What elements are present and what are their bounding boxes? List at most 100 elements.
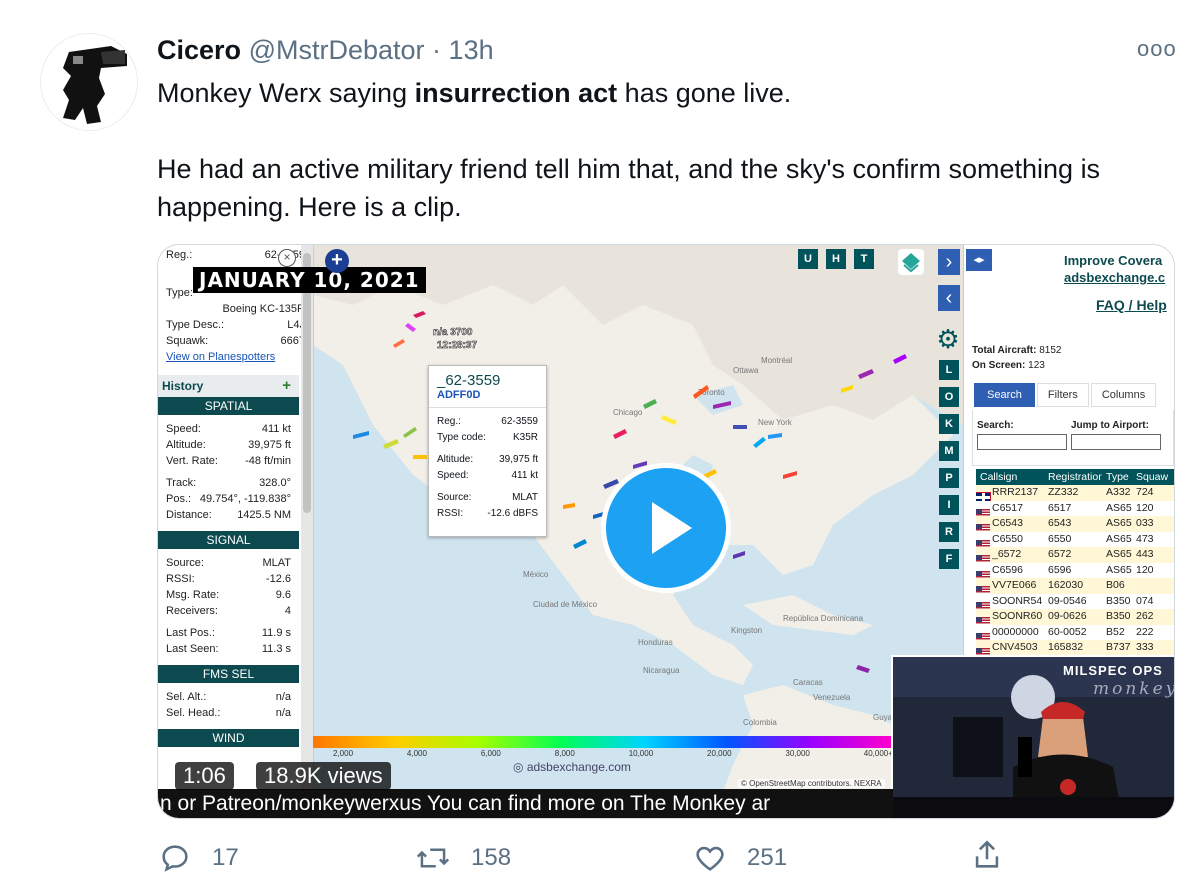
svg-text:Venezuela: Venezuela — [813, 693, 851, 702]
tab-filters[interactable]: Filters — [1036, 383, 1089, 407]
like-action[interactable]: 251 — [693, 838, 787, 878]
spatial-row: Pos.: 49.754°, -119.838° — [158, 491, 313, 507]
signal-label: Receivers: — [166, 605, 218, 617]
table-column-header[interactable]: Callsign — [976, 469, 1044, 485]
table-row[interactable]: VV7E066 162030 B06 — [976, 578, 1174, 594]
altitude-tick-label: 2,000 — [333, 749, 354, 758]
map-attribution: © OpenStreetMap contributors. NEXRA — [738, 779, 885, 788]
author-name[interactable]: Cicero — [157, 35, 241, 65]
search-input[interactable] — [977, 434, 1067, 450]
us-flag-icon — [976, 617, 990, 625]
planespotters-link[interactable]: View on Planespotters — [158, 349, 313, 365]
map-mode-button-t[interactable]: T — [854, 249, 874, 269]
callsign-text: C6517 — [992, 501, 1023, 514]
map-side-button-l[interactable]: L — [939, 360, 959, 380]
table-row[interactable]: C6543 6543 AS65 033 — [976, 516, 1174, 532]
altitude-tick-label: 4,000 — [406, 749, 427, 758]
table-row[interactable]: SOONR54 09-0546 B350 074 — [976, 593, 1174, 609]
history-expand-icon[interactable]: + — [282, 375, 291, 397]
history-section[interactable]: History + — [158, 375, 299, 397]
table-row[interactable]: 00000000 60-0052 B52 222 — [976, 624, 1174, 640]
svg-text:Kingston: Kingston — [731, 626, 762, 635]
author-handle[interactable]: @MstrDebator — [249, 35, 425, 65]
chevron-left-icon[interactable]: ‹ — [938, 285, 960, 311]
table-cell-registration: 09-0546 — [1048, 594, 1087, 607]
search-area: Search: Jump to Airport: — [972, 410, 1174, 466]
table-column-header[interactable]: Registration — [1044, 469, 1102, 485]
signal-label: Last Pos.: — [166, 627, 215, 639]
callout-row: Altitude: 39,975 ft — [429, 452, 546, 468]
tweet-paragraph-1: Monkey Werx saying insurrection act has … — [157, 78, 792, 108]
callout-row: RSSI: -12.6 dBFS — [429, 506, 546, 522]
table-row[interactable]: C6517 6517 AS65 120 — [976, 500, 1174, 516]
plane-label-time: 12:28:37 — [437, 340, 477, 351]
gear-icon[interactable]: ⚙ — [934, 325, 962, 353]
signal-value: -12.6 — [265, 573, 291, 585]
tab-columns[interactable]: Columns — [1090, 383, 1157, 407]
spatial-value: -48 ft/min — [245, 455, 291, 467]
layers-icon[interactable] — [898, 249, 924, 275]
faq-link[interactable]: FAQ / Help — [1096, 297, 1167, 313]
play-button[interactable] — [601, 463, 731, 593]
close-icon[interactable]: × — [278, 249, 296, 267]
table-cell-squawk: 443 — [1136, 548, 1154, 560]
sidebar-tabs: Search Filters Columns — [974, 383, 1157, 407]
signal-value: 11.3 s — [261, 643, 291, 655]
table-row[interactable]: CNV4503 165832 B737 333 — [976, 640, 1174, 656]
svg-text:Ottawa: Ottawa — [733, 366, 759, 375]
webcam-title: MILSPEC OPS — [1063, 663, 1163, 678]
retweet-action[interactable]: 158 — [415, 838, 511, 878]
map-side-button-i[interactable]: I — [939, 495, 959, 515]
callout-id: _62-3559 — [437, 372, 501, 389]
map-mode-buttons: UHT — [798, 249, 874, 269]
more-options-icon[interactable]: ooo — [1137, 36, 1177, 62]
callout-label: Type code: — [437, 432, 486, 443]
map-mode-button-u[interactable]: U — [798, 249, 818, 269]
table-cell-type: AS65 — [1106, 517, 1132, 529]
map-mode-button-h[interactable]: H — [826, 249, 846, 269]
tweet-timestamp[interactable]: 13h — [449, 35, 494, 65]
map-side-button-r[interactable]: R — [939, 522, 959, 542]
reply-action[interactable]: 17 — [158, 838, 239, 878]
callsign-text: C6596 — [992, 563, 1023, 576]
video-player[interactable]: Ottawa Montréal Toronto New York Chicago… — [157, 244, 1175, 819]
site-link[interactable]: adsbexchange.c — [1064, 270, 1165, 285]
table-row[interactable]: SOONR60 09-0626 B350 262 — [976, 609, 1174, 625]
table-cell-registration: 6596 — [1048, 563, 1072, 576]
chevron-right-icon[interactable]: › — [938, 249, 960, 275]
avatar[interactable] — [40, 33, 138, 131]
us-flag-icon — [976, 524, 990, 532]
table-cell-squawk: 222 — [1136, 625, 1154, 638]
svg-text:Honduras: Honduras — [638, 638, 673, 647]
signal-row: Last Seen: 11.3 s — [158, 641, 313, 657]
callsign-text: VV7E066 — [992, 579, 1037, 591]
callsign-text: 00000000 — [992, 625, 1039, 638]
share-action[interactable] — [970, 838, 1004, 878]
zoom-in-icon[interactable]: + — [325, 249, 349, 273]
callout-label: Source: — [437, 492, 472, 503]
table-row[interactable]: C6550 6550 AS65 473 — [976, 531, 1174, 547]
tab-search[interactable]: Search — [974, 383, 1035, 407]
table-row[interactable]: C6596 6596 AS65 120 — [976, 562, 1174, 578]
on-screen-count: On Screen: 123 — [972, 360, 1045, 371]
expand-arrows-icon[interactable]: ◂▸ — [966, 249, 992, 271]
aircraft-table-header: Callsign Registration Type Squaw — [976, 469, 1174, 485]
map-side-button-m[interactable]: M — [939, 441, 959, 461]
aircraft-callout[interactable]: _62-3559 ADFF0D Reg.: 62-3559 Type code: K3… — [428, 365, 547, 537]
table-cell-callsign: SOONR54 — [976, 594, 1044, 609]
signal-row: Receivers: 4 — [158, 603, 313, 619]
spatial-row: Distance: 1425.5 NM — [158, 507, 313, 523]
panel-scrollbar[interactable] — [301, 245, 313, 818]
table-column-header[interactable]: Squaw — [1132, 469, 1172, 485]
map-side-button-f[interactable]: F — [939, 549, 959, 569]
table-row[interactable]: RRR2137 ZZ332 A332 724 — [976, 485, 1174, 501]
map-side-button-k[interactable]: K — [939, 414, 959, 434]
table-column-header[interactable]: Type — [1102, 469, 1132, 485]
total-aircraft: Total Aircraft: 8152 — [972, 345, 1062, 356]
table-cell-type: B350 — [1106, 594, 1131, 607]
jump-to-airport-input[interactable] — [1071, 434, 1161, 450]
map-side-button-o[interactable]: O — [939, 387, 959, 407]
map-side-button-p[interactable]: P — [939, 468, 959, 488]
svg-text:Caracas: Caracas — [793, 678, 823, 687]
table-row[interactable]: _6572 6572 AS65 443 — [976, 547, 1174, 563]
